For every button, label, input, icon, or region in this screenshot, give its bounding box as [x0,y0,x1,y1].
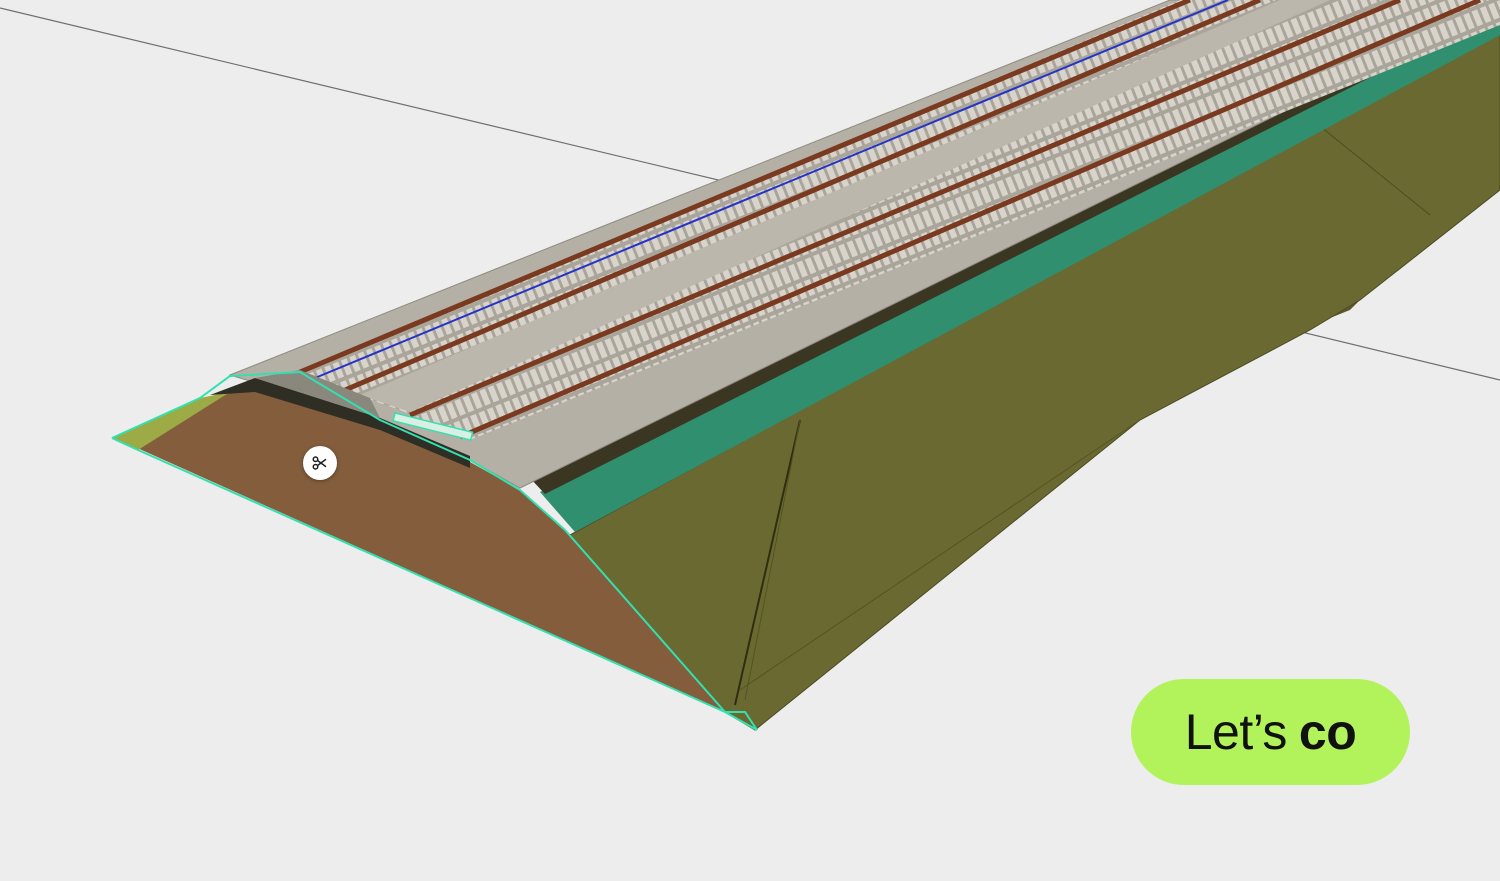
section-cut-button[interactable] [303,446,337,480]
lets-connect-button[interactable]: Let’s co [1131,679,1410,785]
scissors-icon [312,456,327,470]
axis-line [0,7,761,191]
cta-text-bold: co [1298,704,1357,760]
cta-text-regular: Let’s [1184,704,1288,760]
